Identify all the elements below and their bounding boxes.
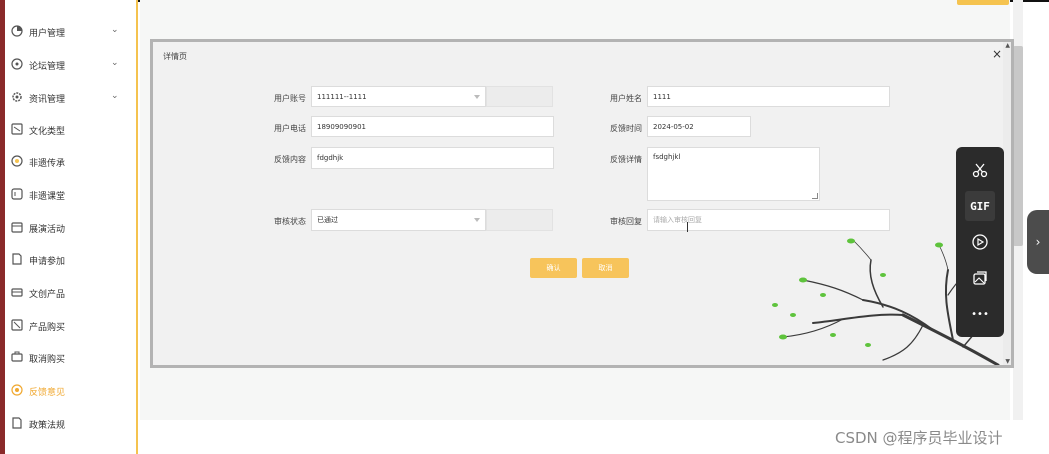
content-value: fdgdhjk — [317, 154, 344, 162]
sidebar-item-products[interactable]: 文创产品 — [5, 279, 136, 307]
sidebar-item-policy[interactable]: 政策法规 — [5, 410, 136, 438]
name-field[interactable]: 1111 — [647, 86, 890, 107]
sidebar-item-feedback[interactable]: 反馈意见 — [5, 377, 136, 405]
sidebar-item-label: 政策法规 — [29, 421, 66, 431]
sidebar-item-label: 展演活动 — [29, 225, 66, 235]
user-circle-icon — [11, 25, 23, 37]
sidebar-item-label: 取消购买 — [29, 355, 66, 365]
app-window: 用户管理 ⌄ 论坛管理 ⌄ 资讯管理 ⌄ 文化类型 非遗传承 非遗课堂 展演活动 — [0, 0, 1049, 454]
content-field[interactable]: fdgdhjk — [311, 147, 554, 169]
sidebar-item-purchase[interactable]: 产品购买 — [5, 312, 136, 340]
cancel-order-icon — [11, 351, 23, 362]
detail-textarea[interactable]: fsdghjkl — [647, 147, 820, 201]
account-select-ghost — [486, 86, 553, 107]
sidebar-item-label: 非遗传承 — [29, 159, 66, 169]
account-value: 111111--1111 — [317, 92, 367, 101]
detail-label: 反馈详情 — [610, 155, 642, 164]
heritage-icon — [11, 155, 23, 167]
chevron-down-icon: ⌄ — [111, 58, 119, 68]
status-label: 审核状态 — [274, 217, 306, 226]
news-gear-icon — [12, 92, 22, 102]
status-select[interactable]: 已通过 — [311, 209, 486, 231]
scissors-icon[interactable] — [965, 155, 995, 185]
sidebar-item-label: 非遗课堂 — [29, 192, 66, 202]
dialog-title: 详情页 — [163, 52, 187, 61]
book-icon — [11, 123, 23, 135]
cart-icon — [11, 319, 23, 331]
gif-record-button[interactable]: GIF — [965, 191, 995, 221]
detail-dialog: 详情页 × 用户账号 111111--1111 用户姓名 1111 用户电话 1… — [150, 39, 1014, 368]
account-select[interactable]: 111111--1111 — [311, 86, 486, 107]
sidebar-item-label: 反馈意见 — [29, 388, 66, 398]
detail-value: fsdghjkl — [653, 153, 681, 161]
phone-field[interactable]: 18909090901 — [311, 116, 554, 137]
reply-label: 审核回复 — [610, 217, 642, 226]
reply-field[interactable]: 请输入审核回复 — [647, 209, 890, 231]
sidebar-item-label: 文化类型 — [29, 127, 66, 137]
scroll-up-icon[interactable]: ▲ — [1005, 42, 1010, 49]
scroll-down-icon[interactable]: ▼ — [1005, 358, 1010, 365]
status-select-ghost — [486, 209, 553, 231]
document-icon — [12, 253, 22, 265]
dialog-scrollbar[interactable]: ▲ ▼ — [1003, 42, 1011, 365]
text-cursor-icon — [687, 222, 691, 232]
page-scrollbar-thumb[interactable] — [1013, 46, 1023, 246]
top-accent-button[interactable] — [957, 0, 1009, 5]
confirm-button[interactable]: 确认 — [530, 258, 577, 278]
forum-icon — [11, 58, 23, 70]
policy-icon — [12, 417, 22, 429]
sidebar-item-culture-type[interactable]: 文化类型 — [5, 116, 136, 144]
sidebar-item-news-management[interactable]: 资讯管理 ⌄ — [5, 84, 136, 112]
sidebar-item-classroom[interactable]: 非遗课堂 — [5, 181, 136, 209]
account-label: 用户账号 — [274, 94, 306, 103]
sidebar-item-label: 用户管理 — [29, 29, 66, 39]
calendar-icon — [11, 222, 23, 233]
sidebar-item-label: 产品购买 — [29, 323, 66, 333]
expand-panel-button[interactable]: › — [1027, 210, 1049, 274]
watermark: CSDN @程序员毕业设计 — [835, 429, 1003, 447]
sidebar-item-heritage[interactable]: 非遗传承 — [5, 148, 136, 176]
chevron-down-icon — [474, 94, 480, 99]
sidebar-item-user-management[interactable]: 用户管理 ⌄ — [5, 18, 136, 46]
chevron-down-icon: ⌄ — [111, 25, 119, 35]
time-value: 2024-05-02 — [653, 122, 694, 131]
close-icon[interactable]: × — [992, 47, 1002, 61]
resize-handle-icon[interactable] — [812, 193, 818, 199]
sidebar-item-apply[interactable]: 申请参加 — [5, 246, 136, 274]
video-record-icon[interactable] — [965, 227, 995, 257]
product-icon — [11, 288, 23, 297]
sidebar-item-label: 申请参加 — [29, 257, 66, 267]
name-label: 用户姓名 — [610, 94, 642, 103]
chevron-down-icon — [474, 218, 480, 222]
sidebar-item-label: 论坛管理 — [29, 62, 66, 72]
cancel-button[interactable]: 取消 — [582, 258, 629, 278]
time-field[interactable]: 2024-05-02 — [647, 116, 751, 137]
sidebar-item-performance[interactable]: 展演活动 — [5, 214, 136, 242]
phone-value: 18909090901 — [317, 122, 366, 131]
reply-placeholder: 请输入审核回复 — [653, 216, 702, 224]
classroom-icon — [11, 188, 23, 200]
sidebar-item-cancel-purchase[interactable]: 取消购买 — [5, 344, 136, 372]
more-icon[interactable]: ••• — [965, 299, 995, 329]
sidebar-item-label: 文创产品 — [29, 290, 66, 300]
sidebar-item-label: 资讯管理 — [29, 95, 66, 105]
time-label: 反馈时间 — [610, 124, 642, 133]
chevron-down-icon: ⌄ — [111, 91, 119, 101]
floating-toolbar: GIF ••• — [956, 147, 1004, 337]
phone-label: 用户电话 — [274, 124, 306, 133]
name-value: 1111 — [653, 92, 671, 101]
status-value: 已通过 — [317, 216, 338, 224]
sidebar-item-forum-management[interactable]: 论坛管理 ⌄ — [5, 51, 136, 79]
gallery-icon[interactable] — [965, 263, 995, 293]
sidebar: 用户管理 ⌄ 论坛管理 ⌄ 资讯管理 ⌄ 文化类型 非遗传承 非遗课堂 展演活动 — [5, 0, 138, 454]
feedback-icon — [11, 384, 23, 396]
content-label: 反馈内容 — [274, 155, 306, 164]
